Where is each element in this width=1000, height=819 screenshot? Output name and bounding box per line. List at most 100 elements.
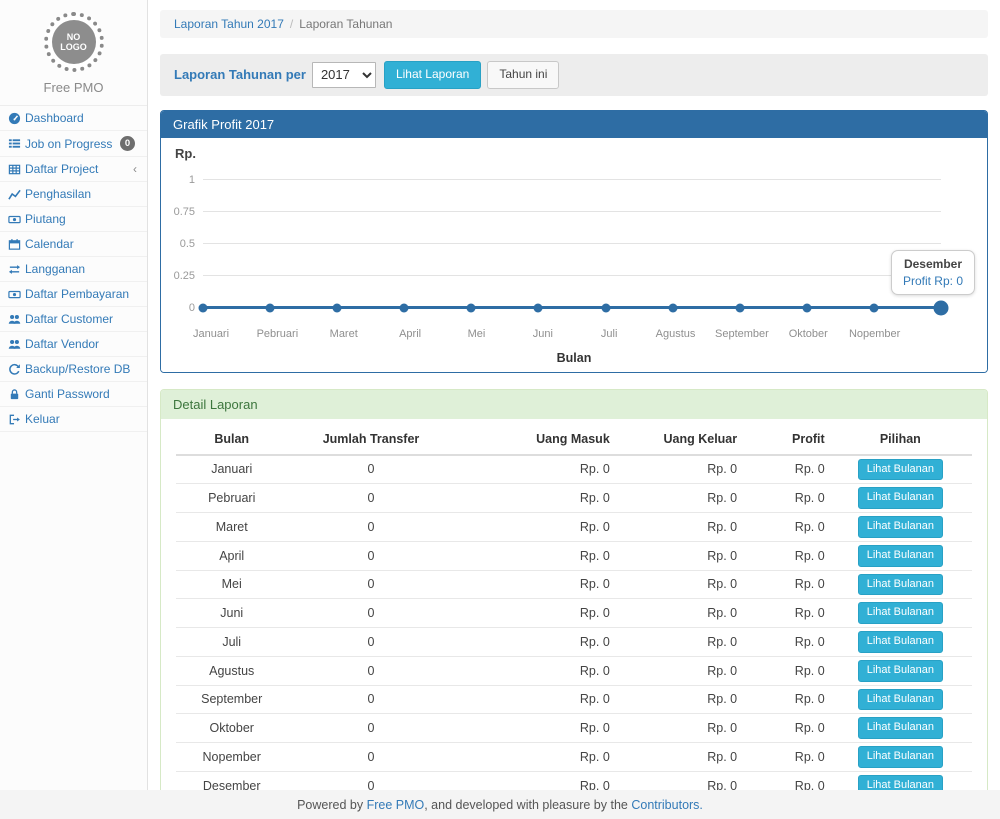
dashboard-icon — [8, 112, 25, 125]
sidebar-item-dashboard[interactable]: Dashboard — [0, 106, 147, 131]
sidebar-item-job-on-progress[interactable]: Job on Progress0 — [0, 131, 147, 157]
data-point-pebruari[interactable] — [266, 303, 275, 312]
view-report-button[interactable]: Lihat Laporan — [384, 61, 481, 89]
tooltip-value: Profit Rp: 0 — [903, 274, 963, 288]
data-point-nopember[interactable] — [869, 303, 878, 312]
table-cell: 0 — [287, 541, 454, 570]
chart-tooltip: Desember Profit Rp: 0 — [891, 250, 975, 295]
data-point-juni[interactable] — [534, 303, 543, 312]
y-axis-title: Rp. — [175, 146, 975, 164]
table-cell: Pebruari — [176, 484, 287, 513]
footer-text-middle: , and developed with pleasure by the — [424, 798, 628, 812]
view-monthly-button-desember[interactable]: Lihat Bulanan — [858, 775, 943, 790]
report-toolbar: Laporan Tahunan per 2017 Lihat Laporan T… — [160, 54, 988, 96]
x-tick-nopember: Nopember — [849, 328, 900, 340]
sidebar-item-backup-restore-db[interactable]: Backup/Restore DB — [0, 357, 147, 382]
x-tick-september: September — [715, 328, 769, 340]
table-cell: Rp. 0 — [455, 513, 614, 542]
data-point-januari[interactable] — [199, 303, 208, 312]
data-point-september[interactable] — [735, 303, 744, 312]
view-monthly-button-agustus[interactable]: Lihat Bulanan — [858, 660, 943, 682]
line-chart-icon — [8, 188, 25, 201]
sidebar-menu: DashboardJob on Progress0Daftar Project‹… — [0, 105, 147, 432]
view-monthly-button-juli[interactable]: Lihat Bulanan — [858, 631, 943, 653]
table-cell: 0 — [287, 484, 454, 513]
table-cell: Rp. 0 — [455, 455, 614, 484]
table-cell: Rp. 0 — [455, 570, 614, 599]
sidebar-item-label: Job on Progress — [25, 137, 120, 151]
footer-link-contributors[interactable]: Contributors. — [631, 798, 703, 812]
tooltip-month: Desember — [903, 257, 963, 271]
sidebar-item-label: Daftar Project — [25, 162, 133, 176]
profit-chart: Rp. 10.750.50.250 JanuariPebruariMaretAp… — [161, 138, 987, 372]
data-point-mei[interactable] — [467, 303, 476, 312]
detail-table: BulanJumlah TransferUang MasukUang Kelua… — [176, 423, 972, 790]
table-cell: Juli — [176, 628, 287, 657]
sidebar-item-daftar-vendor[interactable]: Daftar Vendor — [0, 332, 147, 357]
view-monthly-button-pebruari[interactable]: Lihat Bulanan — [858, 487, 943, 509]
sidebar-item-ganti-password[interactable]: Ganti Password — [0, 382, 147, 407]
year-select[interactable]: 2017 — [312, 62, 376, 88]
view-monthly-button-mei[interactable]: Lihat Bulanan — [858, 574, 943, 596]
table-cell: Rp. 0 — [614, 570, 741, 599]
table-cell: Rp. 0 — [614, 541, 741, 570]
y-tick-label: 0.5 — [173, 238, 203, 250]
table-row-nopember: Nopember0Rp. 0Rp. 0Rp. 0Lihat Bulanan — [176, 743, 972, 772]
view-monthly-button-juni[interactable]: Lihat Bulanan — [858, 602, 943, 624]
column-header-jumlah-transfer: Jumlah Transfer — [287, 423, 454, 455]
view-monthly-button-oktober[interactable]: Lihat Bulanan — [858, 717, 943, 739]
data-point-juli[interactable] — [601, 303, 610, 312]
table-cell: Rp. 0 — [741, 484, 829, 513]
table-row-agustus: Agustus0Rp. 0Rp. 0Rp. 0Lihat Bulanan — [176, 656, 972, 685]
data-point-april[interactable] — [400, 303, 409, 312]
column-header-uang-masuk: Uang Masuk — [455, 423, 614, 455]
table-cell: April — [176, 541, 287, 570]
sidebar-item-penghasilan[interactable]: Penghasilan — [0, 182, 147, 207]
view-monthly-button-september[interactable]: Lihat Bulanan — [858, 689, 943, 711]
sidebar-item-daftar-customer[interactable]: Daftar Customer — [0, 307, 147, 332]
data-point-maret[interactable] — [333, 303, 342, 312]
sidebar-item-keluar[interactable]: Keluar — [0, 407, 147, 432]
table-cell-action: Lihat Bulanan — [829, 771, 972, 790]
current-year-button[interactable]: Tahun ini — [487, 61, 559, 89]
data-point-oktober[interactable] — [802, 303, 811, 312]
table-cell: Rp. 0 — [455, 599, 614, 628]
sidebar-item-daftar-project[interactable]: Daftar Project‹ — [0, 157, 147, 182]
sidebar-item-label: Langganan — [25, 262, 139, 276]
table-cell: Rp. 0 — [614, 771, 741, 790]
footer-text-prefix: Powered by — [297, 798, 363, 812]
table-cell: Rp. 0 — [741, 599, 829, 628]
retweet-icon — [8, 263, 25, 276]
logo-text: NO LOGO — [52, 20, 96, 64]
table-body: Januari0Rp. 0Rp. 0Rp. 0Lihat BulananPebr… — [176, 455, 972, 790]
breadcrumb-separator: / — [290, 17, 293, 31]
sidebar-item-label: Dashboard — [25, 111, 139, 125]
chevron-left-icon: ‹ — [133, 162, 137, 176]
table-cell-action: Lihat Bulanan — [829, 628, 972, 657]
x-tick-juni: Juni — [533, 328, 553, 340]
view-monthly-button-januari[interactable]: Lihat Bulanan — [858, 459, 943, 481]
table-cell: Rp. 0 — [455, 685, 614, 714]
breadcrumb-link[interactable]: Laporan Tahun 2017 — [174, 17, 284, 31]
table-cell: Januari — [176, 455, 287, 484]
sidebar-item-label: Ganti Password — [25, 387, 139, 401]
sidebar-item-label: Daftar Vendor — [25, 337, 139, 351]
sidebar-item-calendar[interactable]: Calendar — [0, 232, 147, 257]
sidebar-item-langganan[interactable]: Langganan — [0, 257, 147, 282]
sidebar-item-label: Daftar Customer — [25, 312, 139, 326]
table-cell: Rp. 0 — [455, 714, 614, 743]
view-monthly-button-maret[interactable]: Lihat Bulanan — [858, 516, 943, 538]
table-cell-action: Lihat Bulanan — [829, 743, 972, 772]
table-cell-action: Lihat Bulanan — [829, 599, 972, 628]
sidebar-item-label: Backup/Restore DB — [25, 362, 139, 376]
table-cell-action: Lihat Bulanan — [829, 570, 972, 599]
column-header-uang-keluar: Uang Keluar — [614, 423, 741, 455]
footer-link-freepmo[interactable]: Free PMO — [367, 798, 425, 812]
sidebar-item-piutang[interactable]: Piutang — [0, 207, 147, 232]
table-cell: Rp. 0 — [614, 685, 741, 714]
view-monthly-button-april[interactable]: Lihat Bulanan — [858, 545, 943, 567]
view-monthly-button-nopember[interactable]: Lihat Bulanan — [858, 746, 943, 768]
data-point-desember[interactable] — [934, 300, 949, 315]
data-point-agustus[interactable] — [668, 303, 677, 312]
sidebar-item-daftar-pembayaran[interactable]: Daftar Pembayaran — [0, 282, 147, 307]
